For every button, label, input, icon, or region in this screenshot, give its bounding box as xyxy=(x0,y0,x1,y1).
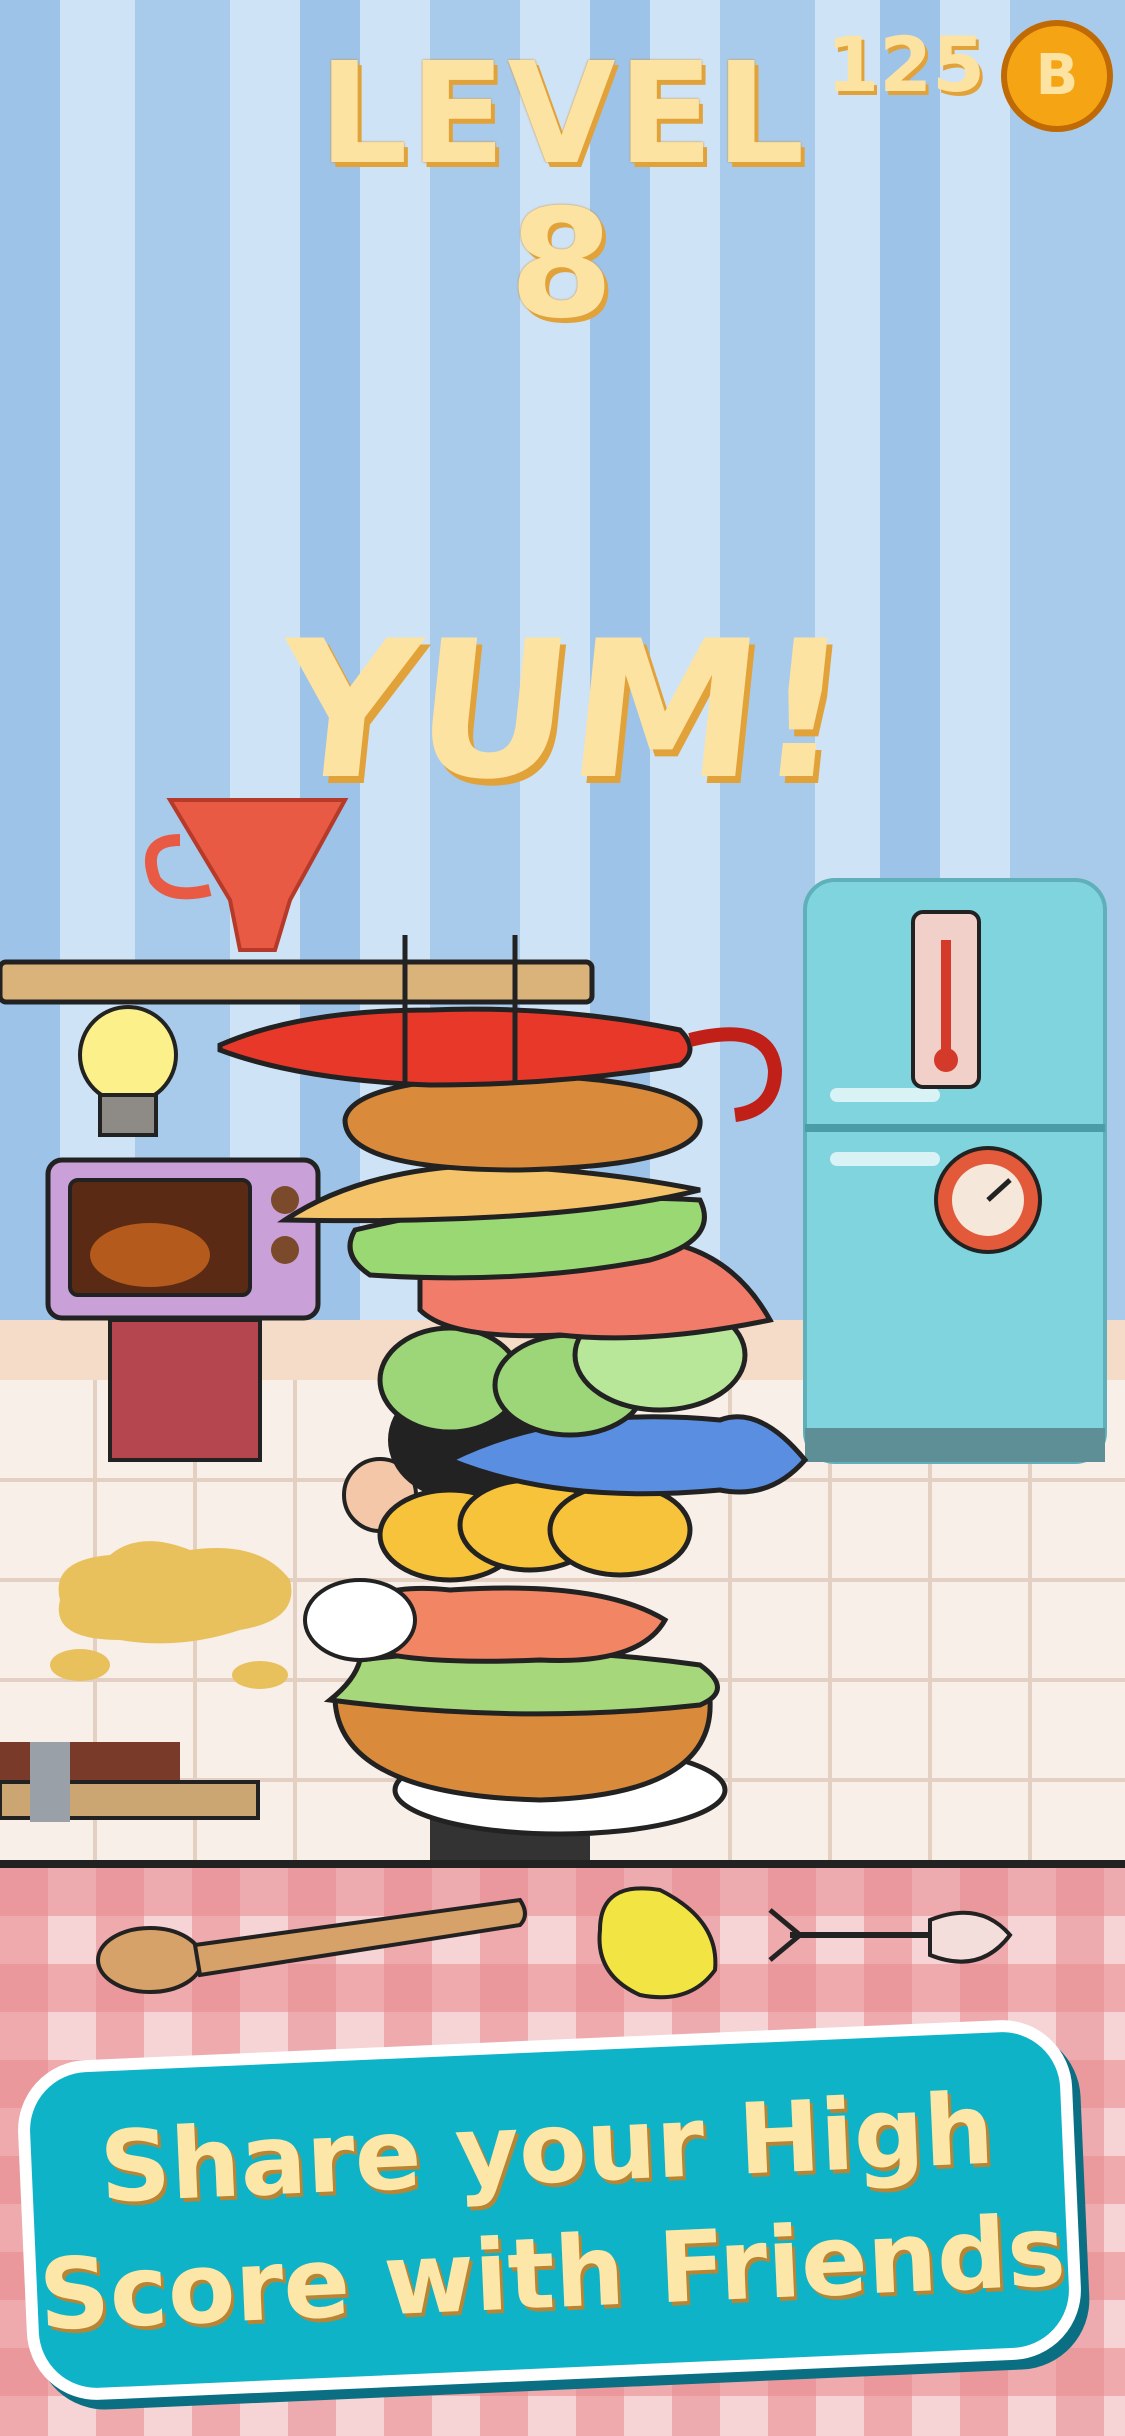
share-banner[interactable]: Share your High Score with Friends xyxy=(15,2017,1084,2403)
thermometer-icon xyxy=(911,910,981,1089)
coin-symbol: B xyxy=(1035,43,1079,108)
wooden-shelf xyxy=(0,959,595,1005)
level-number: 8 xyxy=(509,178,616,352)
coin-count: 125 xyxy=(826,20,985,109)
coin-icon[interactable]: B xyxy=(1001,20,1113,132)
feedback-text: YUM! xyxy=(267,600,858,821)
alarm-clock-icon xyxy=(934,1146,1042,1254)
